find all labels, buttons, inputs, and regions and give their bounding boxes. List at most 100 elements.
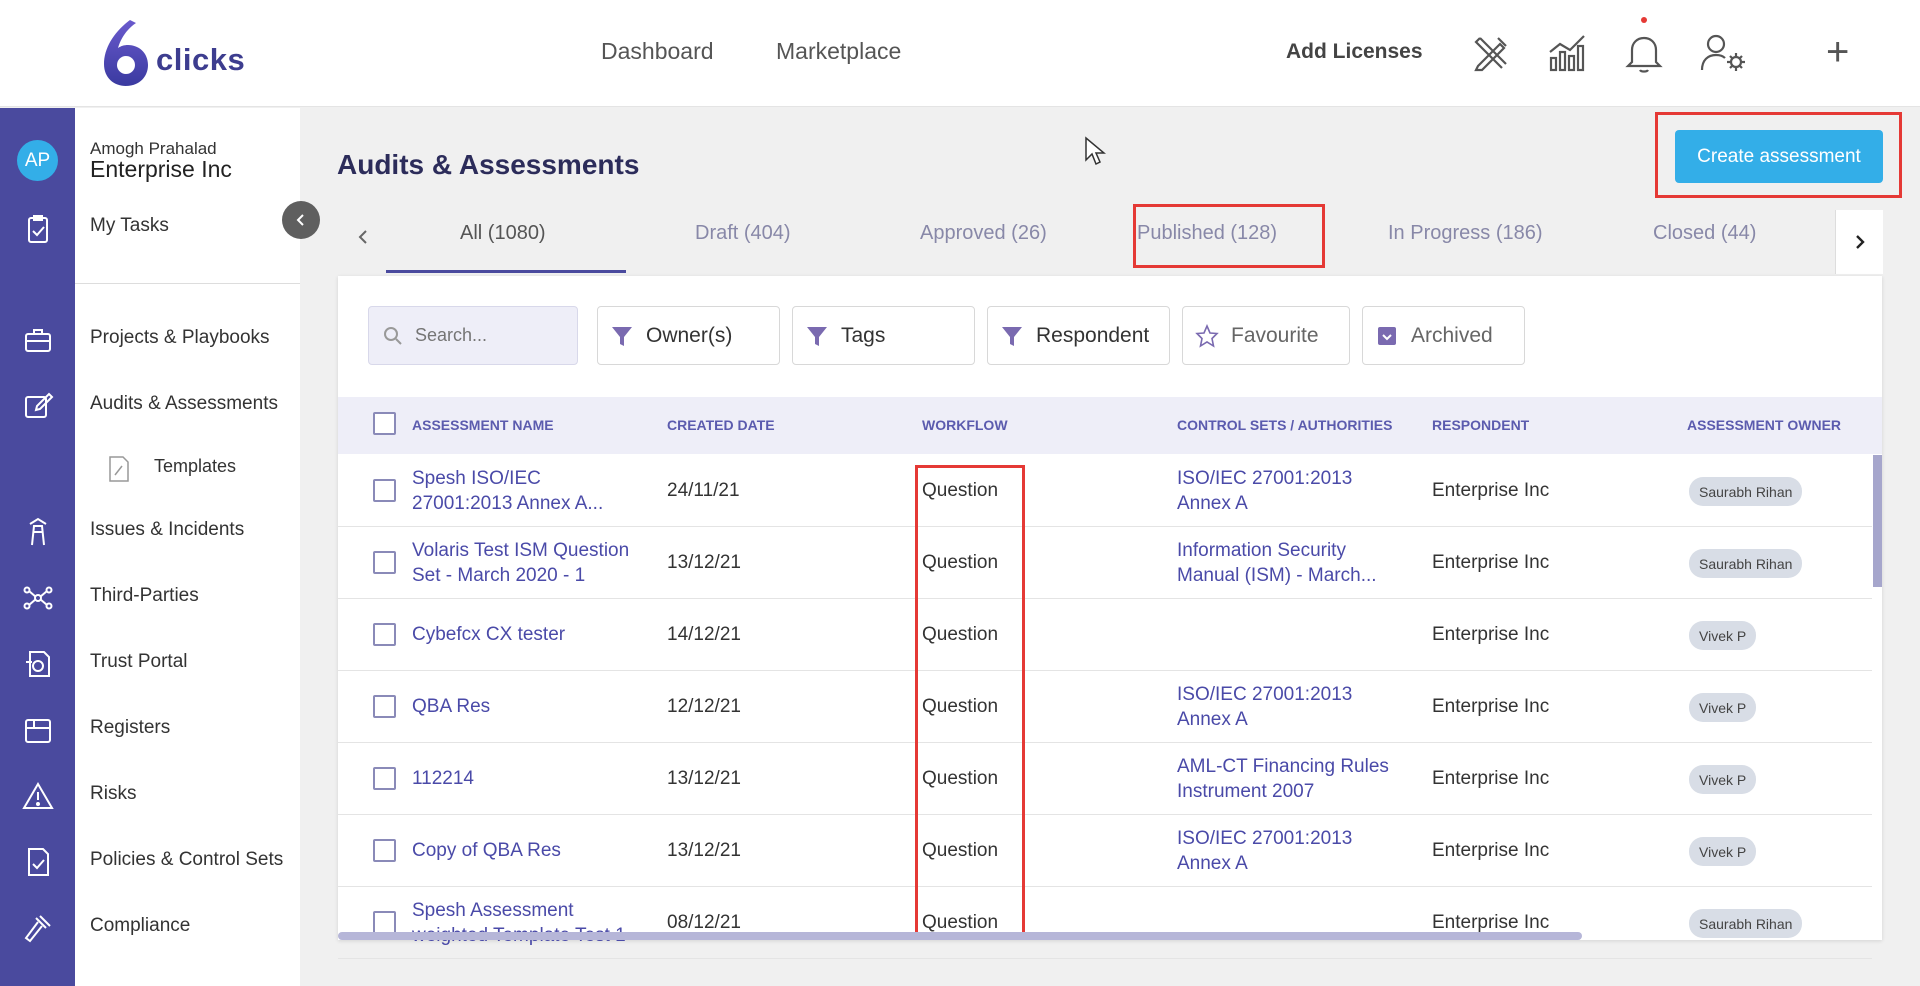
highlight-box-workflow — [915, 465, 1025, 940]
gavel-icon[interactable] — [22, 912, 54, 944]
org-name[interactable]: Enterprise Inc — [90, 156, 232, 183]
control-set-link[interactable]: ISO/IEC 27001:2013 Annex A — [1177, 682, 1402, 732]
filter-owners[interactable]: Owner(s) — [597, 306, 780, 365]
control-set-link[interactable]: Information Security Manual (ISM) - Marc… — [1177, 538, 1402, 588]
owner-badge: Vivek P — [1689, 621, 1757, 650]
col-respondent[interactable]: RESPONDENT — [1432, 417, 1529, 433]
assessment-name-link[interactable]: Spesh ISO/IEC 27001:2013 Annex A... — [412, 466, 637, 516]
col-workflow[interactable]: WORKFLOW — [922, 417, 1008, 433]
search-box[interactable] — [368, 306, 578, 365]
filter-icon — [612, 326, 632, 346]
trust-portal-icon[interactable] — [22, 648, 54, 680]
policy-icon[interactable] — [22, 846, 54, 878]
tab-draft[interactable]: Draft (404) — [695, 222, 791, 245]
col-control-sets[interactable]: CONTROL SETS / AUTHORITIES — [1177, 417, 1392, 433]
respondent-value: Enterprise Inc — [1432, 624, 1550, 645]
respondent-value: Enterprise Inc — [1432, 768, 1550, 789]
tab-all[interactable]: All (1080) — [460, 222, 546, 245]
sidebar-item-issues[interactable]: Issues & Incidents — [90, 519, 244, 541]
tab-approved[interactable]: Approved (26) — [920, 222, 1047, 245]
sidebar-item-audits[interactable]: Audits & Assessments — [90, 393, 278, 415]
control-set-link[interactable]: ISO/IEC 27001:2013 Annex A — [1177, 826, 1402, 876]
nav-dashboard[interactable]: Dashboard — [601, 38, 714, 65]
add-licenses-link[interactable]: Add Licenses — [1286, 40, 1423, 64]
collapse-sidebar-button[interactable] — [282, 201, 320, 239]
respondent-value: Enterprise Inc — [1432, 552, 1550, 573]
template-icon — [109, 456, 129, 482]
chevron-left-icon — [358, 230, 367, 244]
sidebar-item-third-parties[interactable]: Third-Parties — [90, 585, 199, 607]
filter-archived-label: Archived — [1411, 323, 1493, 347]
sidebar-item-templates[interactable]: Templates — [154, 456, 236, 477]
row-checkbox[interactable] — [373, 623, 396, 646]
sidebar-item-risks[interactable]: Risks — [90, 783, 136, 805]
created-date: 12/12/21 — [667, 696, 741, 717]
select-all-checkbox[interactable] — [373, 412, 396, 435]
assessment-name-link[interactable]: Volaris Test ISM Question Set - March 20… — [412, 538, 637, 588]
created-date: 13/12/21 — [667, 840, 741, 861]
control-set-link[interactable]: ISO/IEC 27001:2013 Annex A — [1177, 466, 1402, 516]
tab-in-progress[interactable]: In Progress (186) — [1388, 222, 1543, 245]
row-checkbox[interactable] — [373, 911, 396, 934]
created-date: 24/11/21 — [667, 480, 740, 501]
add-icon[interactable]: + — [1826, 30, 1849, 74]
sidebar-item-policies[interactable]: Policies & Control Sets — [90, 849, 283, 871]
app-logo[interactable]: clicks — [100, 18, 245, 88]
filter-tags[interactable]: Tags — [792, 306, 975, 365]
col-assessment-owner[interactable]: ASSESSMENT OWNER — [1687, 417, 1841, 433]
row-checkbox[interactable] — [373, 695, 396, 718]
analytics-icon[interactable] — [1546, 30, 1590, 74]
sidebar-item-trust-portal[interactable]: Trust Portal — [90, 651, 188, 673]
created-date: 13/12/21 — [667, 768, 741, 789]
control-set-link[interactable]: AML-CT Financing Rules Instrument 2007 — [1177, 754, 1402, 804]
filter-respondent-label: Respondent — [1036, 323, 1150, 347]
tabs-scroll-left-button[interactable] — [350, 222, 376, 252]
avatar[interactable]: AP — [17, 140, 58, 181]
design-tools-icon[interactable] — [1470, 30, 1514, 74]
row-checkbox[interactable] — [373, 551, 396, 574]
highlight-box-create — [1655, 112, 1902, 198]
tasks-icon[interactable] — [22, 213, 54, 245]
tabs-scroll-right-button[interactable] — [1835, 210, 1883, 274]
filter-respondent[interactable]: Respondent — [987, 306, 1170, 365]
nav-marketplace[interactable]: Marketplace — [776, 38, 901, 65]
row-checkbox[interactable] — [373, 479, 396, 502]
assessment-name-link[interactable]: Cybefcx CX tester — [412, 622, 637, 648]
user-settings-icon[interactable] — [1698, 30, 1748, 74]
network-icon[interactable] — [22, 582, 54, 614]
registers-icon[interactable] — [22, 714, 54, 746]
sidebar-item-my-tasks[interactable]: My Tasks — [90, 215, 169, 237]
active-tab-indicator — [386, 270, 626, 273]
row-checkbox[interactable] — [373, 767, 396, 790]
owner-badge: Saurabh Rihan — [1689, 549, 1803, 578]
logo-text: clicks — [156, 42, 246, 77]
sidebar-divider — [75, 283, 300, 284]
assessment-name-link[interactable]: Copy of QBA Res — [412, 838, 637, 864]
horizontal-scrollbar[interactable] — [338, 932, 1582, 940]
search-icon — [384, 326, 402, 345]
search-input[interactable] — [415, 325, 555, 346]
created-date: 13/12/21 — [667, 552, 741, 573]
col-assessment-name[interactable]: ASSESSMENT NAME — [412, 417, 554, 433]
filter-archived[interactable]: Archived — [1362, 306, 1525, 365]
edit-icon[interactable] — [22, 390, 54, 422]
warning-icon[interactable] — [22, 780, 54, 812]
briefcase-icon[interactable] — [22, 324, 54, 356]
created-date: 14/12/21 — [667, 624, 741, 645]
assessment-name-link[interactable]: QBA Res — [412, 694, 637, 720]
col-created-date[interactable]: CREATED DATE — [667, 417, 775, 433]
owner-badge: Saurabh Rihan — [1689, 909, 1803, 938]
sidebar-item-compliance[interactable]: Compliance — [90, 915, 190, 937]
sidebar-item-registers[interactable]: Registers — [90, 717, 170, 739]
notification-dot — [1641, 17, 1647, 23]
filter-favourite[interactable]: Favourite — [1182, 306, 1350, 365]
vertical-scrollbar[interactable] — [1873, 455, 1882, 587]
assessment-name-link[interactable]: Spesh Assessment weighted Template Test … — [412, 898, 637, 948]
row-checkbox[interactable] — [373, 839, 396, 862]
incidents-icon[interactable] — [22, 516, 54, 548]
bell-icon[interactable] — [1622, 30, 1666, 74]
sidebar-item-projects[interactable]: Projects & Playbooks — [90, 327, 270, 349]
owner-badge: Vivek P — [1689, 693, 1757, 722]
tab-closed[interactable]: Closed (44) — [1653, 222, 1756, 245]
assessment-name-link[interactable]: 112214 — [412, 766, 637, 792]
